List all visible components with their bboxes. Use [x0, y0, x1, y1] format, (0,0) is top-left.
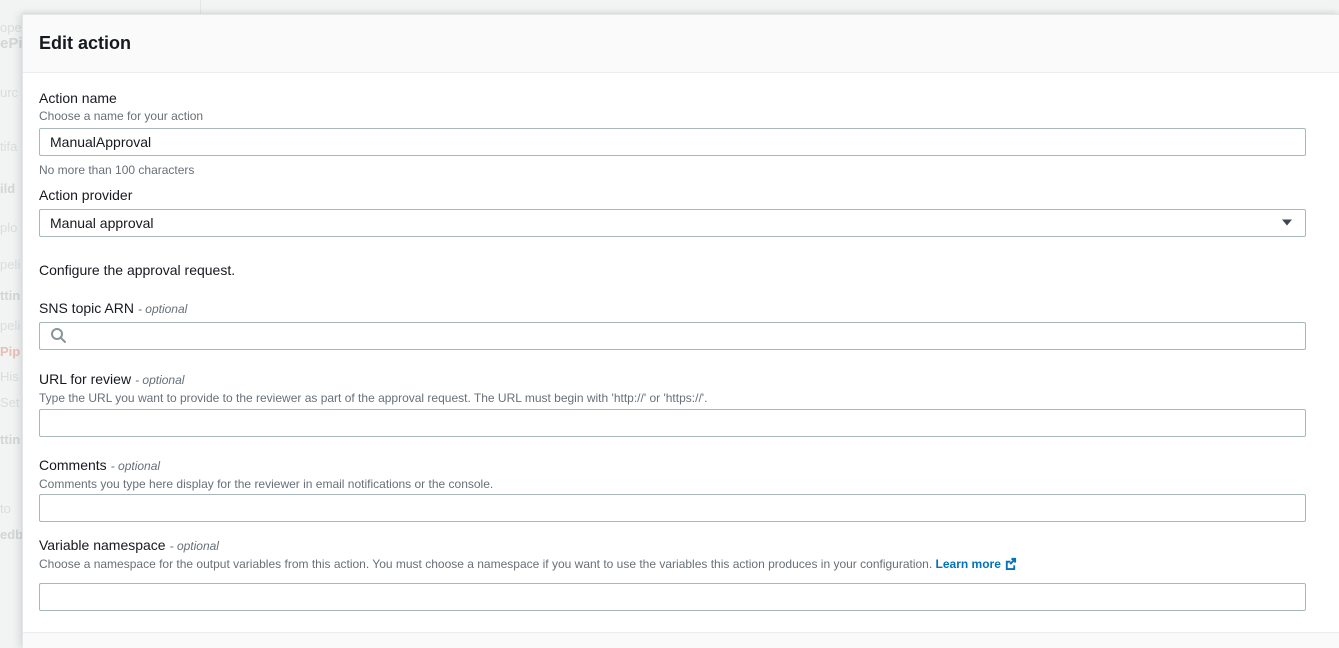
optional-suffix: - optional: [170, 539, 219, 553]
action-name-input[interactable]: [39, 128, 1306, 156]
ghost-text: ttin: [0, 288, 20, 303]
sns-topic-arn-search-input[interactable]: [39, 322, 1306, 350]
optional-suffix: - optional: [135, 373, 184, 387]
url-for-review-label: URL for review- optional: [39, 370, 1306, 389]
learn-more-link[interactable]: Learn more: [936, 557, 1001, 571]
field-sns-topic-arn: SNS topic ARN- optional: [39, 299, 1306, 350]
chevron-down-icon: [1281, 214, 1293, 232]
action-provider-label: Action provider: [39, 186, 1306, 204]
field-variable-namespace: Variable namespace- optional Choose a na…: [39, 536, 1306, 611]
ghost-text-selected: Pip: [0, 344, 20, 359]
comments-input[interactable]: [39, 494, 1306, 522]
action-name-description: Choose a name for your action: [39, 108, 1306, 124]
ghost-text: urc: [0, 85, 18, 100]
optional-suffix: - optional: [138, 302, 187, 316]
action-provider-selected-value: Manual approval: [50, 215, 154, 231]
comments-description: Comments you type here display for the r…: [39, 476, 1306, 492]
sns-topic-arn-label: SNS topic ARN- optional: [39, 299, 1306, 318]
comments-label: Comments- optional: [39, 456, 1306, 475]
ghost-text: edb: [0, 527, 23, 542]
external-link-icon: [1004, 559, 1017, 573]
field-comments: Comments- optional Comments you type her…: [39, 456, 1306, 522]
ghost-text: ePi: [0, 35, 23, 52]
variable-namespace-description: Choose a namespace for the output variab…: [39, 556, 1306, 574]
ghost-text: peli: [0, 257, 20, 272]
panel-body: Action name Choose a name for your actio…: [23, 73, 1339, 632]
panel-header: Edit action: [23, 15, 1339, 73]
field-url-for-review: URL for review- optional Type the URL yo…: [39, 370, 1306, 437]
action-name-label: Action name: [39, 89, 1306, 107]
ghost-text: His: [0, 369, 19, 384]
variable-namespace-label: Variable namespace- optional: [39, 536, 1306, 555]
ghost-text: tifa: [0, 139, 17, 154]
field-action-name: Action name Choose a name for your actio…: [39, 89, 1306, 178]
field-action-provider: Action provider Manual approval: [39, 186, 1306, 237]
variable-namespace-input[interactable]: [39, 583, 1306, 611]
url-for-review-description: Type the URL you want to provide to the …: [39, 390, 1306, 406]
ghost-text: ild: [0, 181, 15, 196]
panel-footer: [23, 632, 1339, 648]
ghost-text: ope: [0, 20, 22, 35]
ghost-text: to: [0, 501, 11, 516]
url-for-review-input[interactable]: [39, 409, 1306, 437]
edit-action-panel: Edit action Action name Choose a name fo…: [22, 14, 1339, 648]
ghost-text: ttin: [0, 432, 20, 447]
background-column-divider: [200, 0, 201, 14]
optional-suffix: - optional: [111, 459, 160, 473]
ghost-text: peli: [0, 318, 20, 333]
action-name-hint: No more than 100 characters: [39, 162, 1306, 178]
configure-approval-text: Configure the approval request.: [39, 261, 1306, 279]
page-title: Edit action: [39, 31, 1323, 55]
ghost-text: plo: [0, 220, 17, 235]
action-provider-select[interactable]: Manual approval: [39, 209, 1306, 237]
ghost-text: Set: [0, 395, 20, 410]
